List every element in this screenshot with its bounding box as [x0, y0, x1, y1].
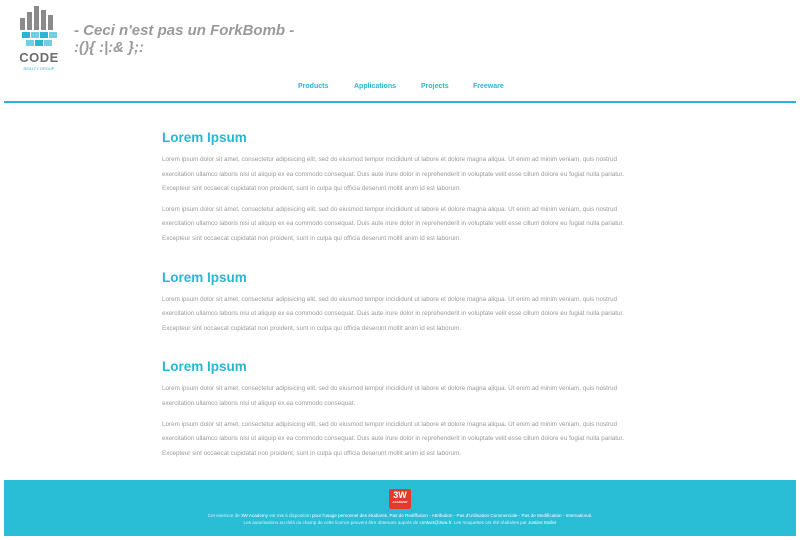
nav-applications[interactable]: Applications: [354, 83, 396, 90]
content-section: Lorem Ipsum Lorem ipsum dolor sit amet, …: [162, 270, 638, 337]
footer-link-3w-academy[interactable]: 3W Academy: [241, 513, 268, 518]
footer-email-link[interactable]: contact@3wa.fr: [420, 520, 452, 525]
logo-word: CODE: [19, 50, 59, 65]
footer-text: Les autorisations au-delà du champ de ce…: [243, 520, 419, 525]
footer-text: est mis à disposition: [269, 513, 311, 518]
3w-academy-logo[interactable]: 3W ACADEMY: [389, 489, 411, 509]
main-content: Lorem Ipsum Lorem ipsum dolor sit amet, …: [162, 130, 638, 484]
nav-divider: [4, 101, 796, 103]
nav-products[interactable]: Products: [298, 83, 328, 90]
footer-author: Justine Muller: [528, 520, 557, 525]
section-title: Lorem Ipsum: [162, 130, 247, 145]
logo-subtitle: REALTY GROUP: [23, 66, 55, 71]
section-paragraph: Lorem ipsum dolor sit amet, consectetur …: [162, 385, 618, 407]
header: CODE REALTY GROUP - Ceci n'est pas un Fo…: [0, 0, 800, 104]
footer: 3W ACADEMY Cet exercice de 3W Academy es…: [4, 480, 796, 536]
content-section: Lorem Ipsum Lorem ipsum dolor sit amet, …: [162, 359, 638, 461]
code-realty-logo[interactable]: CODE REALTY GROUP: [18, 6, 60, 72]
nav-freeware[interactable]: Freeware: [473, 83, 504, 90]
footer-contact-line: Les autorisations au-delà du champ de ce…: [4, 520, 796, 525]
section-paragraph: Lorem ipsum dolor sit amet, consectetur …: [162, 420, 625, 457]
tagline-code: :(){ :|:& };:: [74, 39, 145, 56]
section-paragraph: Lorem ipsum dolor sit amet, consectetur …: [162, 205, 625, 242]
nav-projects[interactable]: Projects: [421, 83, 449, 90]
logo-bars-icon: [20, 6, 58, 30]
footer-license-text[interactable]: pour l'usage personnel des étudiants. Pa…: [312, 513, 592, 518]
content-section: Lorem Ipsum Lorem ipsum dolor sit amet, …: [162, 130, 638, 247]
footer-logo-sub: ACADEMY: [392, 500, 408, 504]
footer-text: Cet exercice de: [207, 513, 240, 518]
footer-logo-text: 3W: [393, 490, 407, 500]
section-title: Lorem Ipsum: [162, 269, 247, 285]
tagline: - Ceci n'est pas un ForkBomb -: [74, 22, 295, 39]
section-paragraph: Lorem ipsum dolor sit amet, consectetur …: [162, 295, 625, 332]
section-title: Lorem Ipsum: [162, 359, 247, 375]
footer-text: . Les maquettes ont été réalisées par: [451, 520, 527, 525]
section-paragraph: Lorem ipsum dolor sit amet, consectetur …: [162, 156, 625, 193]
logo-grid-icon: [20, 32, 58, 46]
footer-license-line: Cet exercice de 3W Academy est mis à dis…: [4, 513, 796, 518]
